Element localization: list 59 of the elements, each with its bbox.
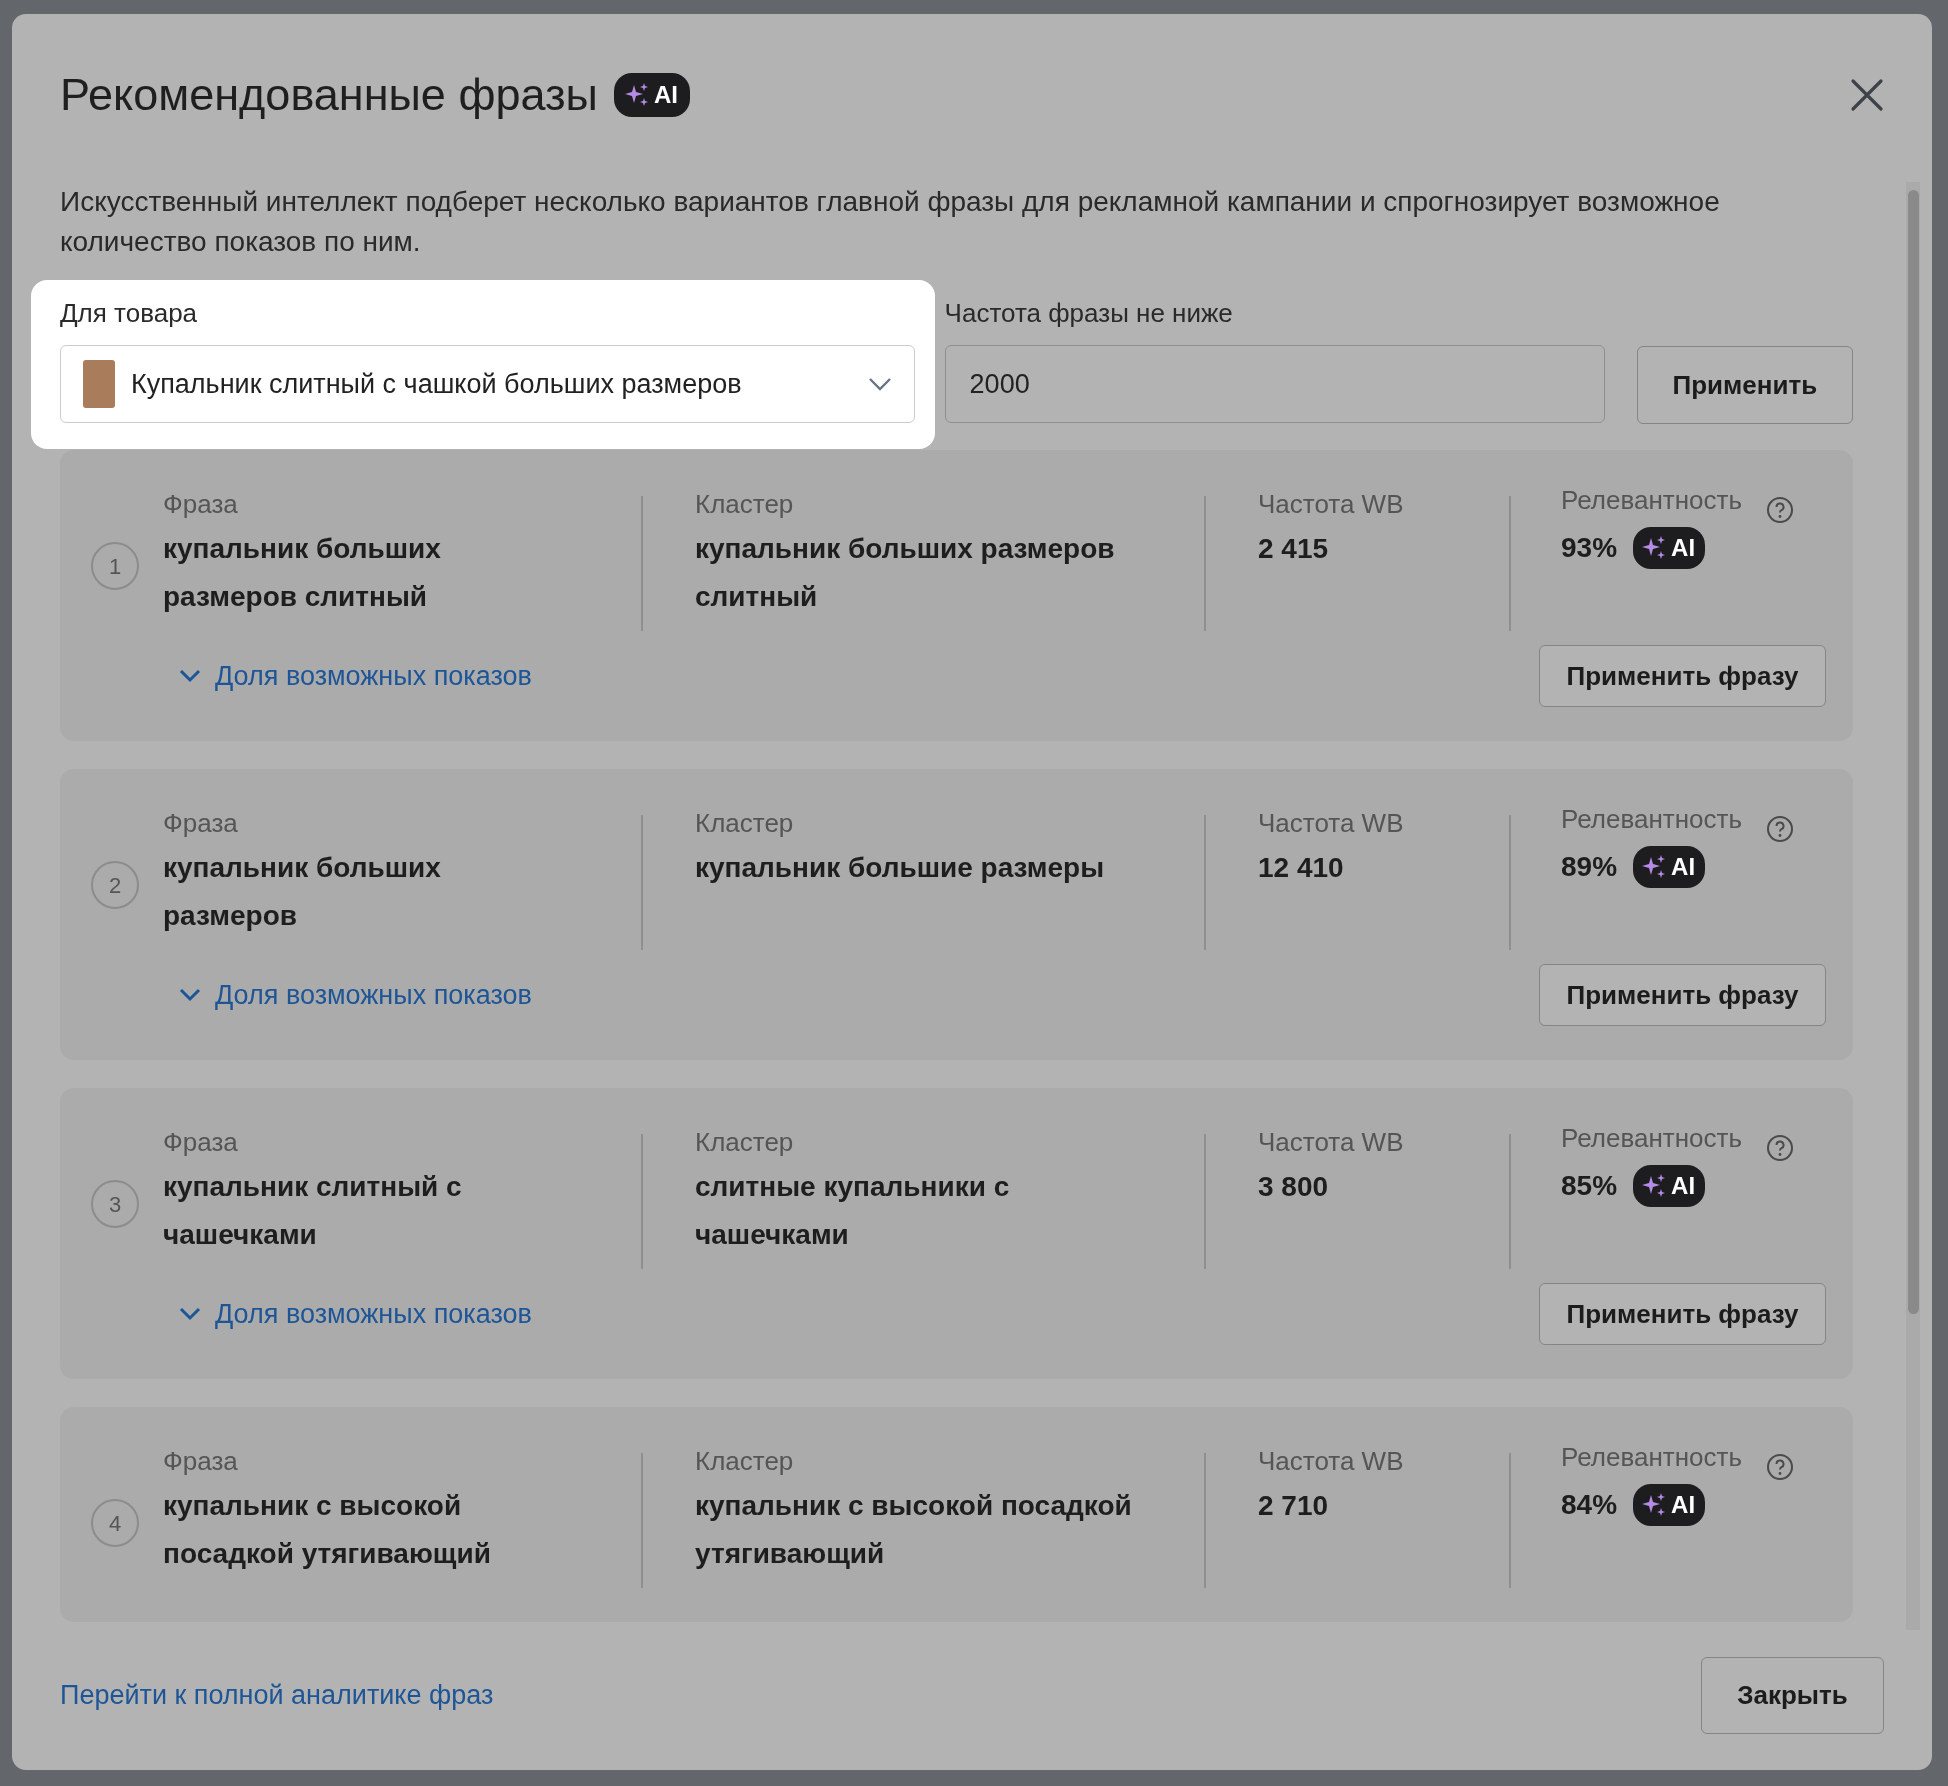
column-value: купальник больших размеров слитный bbox=[695, 532, 1116, 614]
column-label: Частота WB bbox=[1258, 808, 1404, 838]
column-value: 2 415 bbox=[1258, 532, 1330, 566]
column-value: купальник больших размеров bbox=[163, 851, 442, 933]
field-label: Для товара bbox=[60, 297, 198, 330]
apply-button[interactable]: Применить bbox=[1636, 346, 1853, 424]
column-value: 2 710 bbox=[1258, 1489, 1330, 1523]
column-label: Релевантность bbox=[1561, 1123, 1742, 1153]
photo-placeholder bbox=[83, 360, 115, 408]
column-value: 12 410 bbox=[1258, 851, 1345, 885]
column-value: слитные купальники с чашечками bbox=[695, 1170, 1011, 1252]
description-text: Искусственный интеллект подберет несколько вариантов главной фразы для рекламной кампании и спрогнозирует возможное количество показов по ним. bbox=[60, 185, 1721, 259]
relevance-value: 85% bbox=[1561, 1169, 1618, 1203]
apply-phrase-button[interactable]: Применить фразу bbox=[1539, 1283, 1826, 1345]
number-circle: 4 bbox=[91, 1499, 139, 1547]
column-value: купальник с высокой посадкой утягивающий bbox=[163, 1489, 492, 1571]
column-value: купальник большие размеры bbox=[695, 851, 1106, 885]
column-label: Релевантность bbox=[1561, 1442, 1742, 1472]
column-label: Частота WB bbox=[1258, 1127, 1404, 1157]
column-label: Кластер bbox=[695, 489, 794, 519]
frequency-field[interactable]: 2000 bbox=[944, 345, 1605, 423]
column-label: Релевантность bbox=[1561, 804, 1742, 834]
column-label: Кластер bbox=[695, 1127, 794, 1157]
column-label: Фраза bbox=[163, 489, 238, 519]
column-value: 3 800 bbox=[1258, 1170, 1330, 1204]
relevance-value: 89% bbox=[1561, 850, 1618, 884]
ai-badge: AI bbox=[1633, 846, 1706, 888]
column-value: купальник с высокой посадкой утягивающий bbox=[695, 1489, 1133, 1571]
column-label: Фраза bbox=[163, 1127, 238, 1157]
chevron-icon bbox=[867, 377, 892, 391]
number-circle: 3 bbox=[91, 1180, 139, 1228]
analytics-link[interactable]: Перейти к полной аналитике фраз bbox=[60, 1674, 494, 1716]
product-select[interactable]: Купальник слитный с чашкой больших размеров bbox=[60, 345, 915, 423]
column-value: купальник больших размеров слитный bbox=[163, 532, 442, 614]
ai-badge: AI bbox=[1633, 1484, 1706, 1526]
number-circle: 2 bbox=[91, 861, 139, 909]
column-label: Фраза bbox=[163, 1446, 238, 1476]
help-icon[interactable] bbox=[1765, 1134, 1794, 1162]
apply-phrase-button[interactable]: Применить фразу bbox=[1539, 964, 1826, 1026]
ai-badge: AI bbox=[1633, 1165, 1706, 1207]
help-icon[interactable] bbox=[1765, 1453, 1794, 1481]
relevance-value: 93% bbox=[1561, 531, 1618, 565]
relevance-value: 84% bbox=[1561, 1488, 1618, 1522]
ai-badge: AI bbox=[1633, 527, 1706, 569]
number-circle: 1 bbox=[91, 542, 139, 590]
help-icon[interactable] bbox=[1765, 815, 1794, 843]
column-label: Кластер bbox=[695, 808, 794, 838]
ai-badge: AI bbox=[613, 73, 690, 117]
column-label: Частота WB bbox=[1258, 1446, 1404, 1476]
column-label: Частота WB bbox=[1258, 489, 1404, 519]
field-label: Частота фразы не ниже bbox=[944, 297, 1233, 330]
column-label: Кластер bbox=[695, 1446, 794, 1476]
column-label: Релевантность bbox=[1561, 485, 1742, 515]
dialog-title: Рекомендованные фразы bbox=[60, 68, 598, 122]
column-value: купальник слитный с чашечками bbox=[163, 1170, 463, 1252]
column-label: Фраза bbox=[163, 808, 238, 838]
close-button[interactable]: Закрыть bbox=[1701, 1656, 1884, 1734]
apply-phrase-button[interactable]: Применить фразу bbox=[1539, 645, 1826, 707]
help-icon[interactable] bbox=[1765, 496, 1794, 524]
